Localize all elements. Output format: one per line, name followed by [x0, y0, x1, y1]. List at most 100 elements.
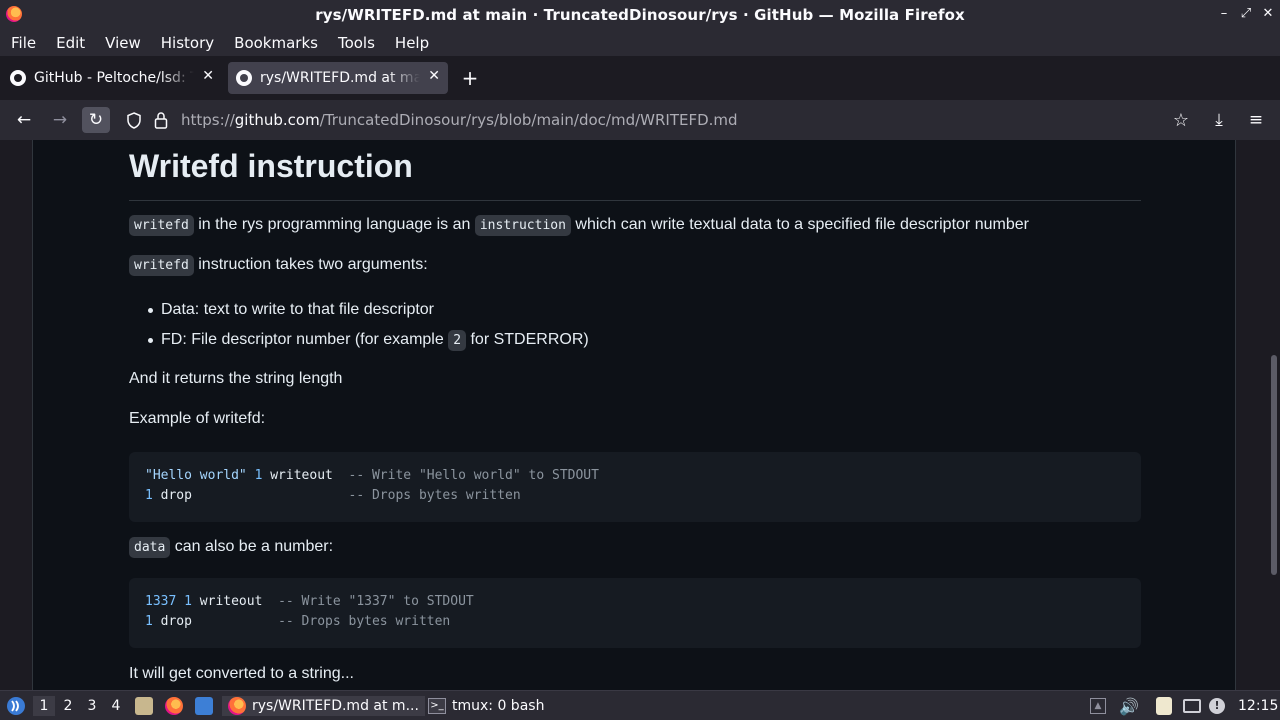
code-text: drop: [152, 488, 349, 503]
menu-edit[interactable]: Edit: [49, 34, 92, 52]
tab-bar: GitHub - Peltoche/lsd: Th ✕ rys/WRITEFD.…: [0, 56, 1280, 100]
update-notifier-icon[interactable]: !: [1209, 696, 1225, 716]
forward-button[interactable]: →: [46, 107, 74, 133]
task-label: tmux: 0 bash: [452, 698, 545, 714]
task-terminal[interactable]: >_ tmux: 0 bash: [422, 696, 550, 716]
minimize-button[interactable]: –: [1216, 6, 1232, 21]
new-tab-button[interactable]: +: [460, 68, 480, 88]
list-item-text: Data: text to write to that file descrip…: [161, 301, 435, 318]
code-comment: -- Drops bytes written: [278, 614, 451, 629]
list-item: FD: File descriptor number (for example …: [129, 328, 589, 358]
menu-file[interactable]: File: [4, 34, 43, 52]
paragraph-intro: writefd in the rys programming language …: [129, 215, 1029, 236]
code-text: writeout: [262, 468, 349, 483]
paragraph-example: Example of writefd:: [129, 410, 266, 427]
url-host: github.com: [234, 111, 320, 129]
page-content: Writefd instruction writefd in the rys p…: [0, 140, 1280, 690]
close-tab-icon[interactable]: ✕: [428, 68, 440, 84]
menu-history[interactable]: History: [154, 34, 221, 52]
display-icon[interactable]: [1183, 696, 1201, 716]
url-prefix: https://: [181, 111, 235, 129]
code-comment: -- Drops bytes written: [348, 488, 521, 503]
downloads-icon[interactable]: ⤓: [1205, 107, 1233, 133]
inline-code: data: [129, 537, 171, 558]
page-heading: Writefd instruction: [129, 148, 413, 184]
markdown-container: Writefd instruction writefd in the rys p…: [32, 140, 1236, 690]
firefox-icon: [228, 697, 246, 715]
terminal-icon: >_: [428, 698, 446, 714]
scrollbar-thumb[interactable]: [1271, 355, 1277, 575]
list-item: Data: text to write to that file descrip…: [129, 298, 589, 328]
arguments-list: Data: text to write to that file descrip…: [129, 298, 589, 358]
shield-icon[interactable]: [126, 112, 142, 129]
list-item-text: FD: File descriptor number (for example: [161, 331, 449, 348]
taskbar: 1 2 3 4 rys/WRITEFD.md at m... >_ tmux: …: [0, 690, 1280, 720]
start-menu-icon[interactable]: [6, 696, 26, 716]
workspace-4[interactable]: 4: [105, 696, 127, 716]
menu-bar: File Edit View History Bookmarks Tools H…: [0, 29, 1280, 56]
paragraph-conversion: It will get converted to a string...: [129, 665, 354, 682]
github-icon: [236, 70, 252, 86]
file-manager-icon[interactable]: [135, 696, 153, 716]
inline-code: writefd: [129, 215, 194, 236]
code-block[interactable]: "Hello world" 1 writeout -- Write "Hello…: [129, 452, 1141, 522]
code-number: 1: [184, 594, 192, 609]
github-icon: [10, 70, 26, 86]
heading-divider: [129, 200, 1141, 201]
firefox-icon: [6, 6, 22, 22]
code-string: "Hello world": [145, 468, 247, 483]
paragraph-arguments: writefd instruction takes two arguments:: [129, 255, 428, 276]
code-text: drop: [152, 614, 279, 629]
hamburger-menu-icon[interactable]: ≡: [1242, 107, 1270, 133]
inline-code: instruction: [474, 215, 571, 236]
inline-code: 2: [448, 330, 467, 351]
paragraph-text: instruction takes two arguments:: [193, 256, 428, 273]
clock: 12:15: [1238, 698, 1279, 714]
workspace-2[interactable]: 2: [57, 696, 79, 716]
code-number: 1: [145, 488, 153, 503]
desktop-icon[interactable]: [195, 696, 213, 716]
tab-label: GitHub - Peltoche/lsd: Th: [34, 70, 194, 86]
close-tab-icon[interactable]: ✕: [202, 68, 214, 84]
url-path: /TruncatedDinosour/rys/blob/main/doc/md/…: [319, 111, 738, 129]
volume-icon[interactable]: 🔊: [1119, 696, 1139, 716]
bookmark-star-icon[interactable]: ☆: [1167, 107, 1195, 133]
paragraph-text: which can write textual data to a specif…: [570, 216, 1029, 233]
list-item-text: for STDERROR): [466, 331, 589, 348]
close-window-button[interactable]: ✕: [1260, 6, 1276, 21]
tray-expand-icon[interactable]: ▲: [1090, 696, 1106, 716]
workspace-1[interactable]: 1: [33, 696, 55, 716]
lock-icon[interactable]: [154, 111, 168, 129]
reload-button[interactable]: ↻: [82, 107, 110, 133]
code-text: writeout: [191, 594, 279, 609]
menu-view[interactable]: View: [98, 34, 148, 52]
task-firefox[interactable]: rys/WRITEFD.md at m...: [222, 696, 425, 716]
paragraph-number: data can also be a number:: [129, 537, 334, 558]
code-number: 1337: [145, 594, 177, 609]
code-number: 1: [145, 614, 153, 629]
menu-bookmarks[interactable]: Bookmarks: [227, 34, 325, 52]
maximize-button[interactable]: ⤢: [1238, 6, 1254, 21]
paragraph-returns: And it returns the string length: [129, 370, 343, 387]
paragraph-text: can also be a number:: [170, 538, 334, 555]
navigation-toolbar: ← → ↻ https://github.com/TruncatedDinoso…: [0, 100, 1280, 140]
url-text[interactable]: https://github.com/TruncatedDinosour/rys…: [181, 111, 738, 129]
window-title: rys/WRITEFD.md at main · TruncatedDinoso…: [315, 5, 965, 24]
paragraph-text: in the rys programming language is an: [193, 216, 475, 233]
inline-code: writefd: [129, 255, 194, 276]
tab-lsd[interactable]: GitHub - Peltoche/lsd: Th ✕: [2, 62, 222, 94]
code-comment: -- Write "1337" to STDOUT: [278, 594, 474, 609]
code-block[interactable]: 1337 1 writeout -- Write "1337" to STDOU…: [129, 578, 1141, 648]
tab-writefd[interactable]: rys/WRITEFD.md at main ✕: [228, 62, 448, 94]
clipboard-icon[interactable]: [1156, 696, 1172, 716]
task-label: rys/WRITEFD.md at m...: [252, 698, 419, 714]
menu-help[interactable]: Help: [388, 34, 436, 52]
firefox-launcher-icon[interactable]: [165, 696, 183, 716]
workspace-3[interactable]: 3: [81, 696, 103, 716]
back-button[interactable]: ←: [10, 107, 38, 133]
tab-label: rys/WRITEFD.md at main: [260, 70, 420, 86]
url-bar[interactable]: https://github.com/TruncatedDinosour/rys…: [118, 104, 1208, 136]
code-comment: -- Write "Hello world" to STDOUT: [348, 468, 599, 483]
menu-tools[interactable]: Tools: [331, 34, 382, 52]
window-titlebar: rys/WRITEFD.md at main · TruncatedDinoso…: [0, 0, 1280, 29]
